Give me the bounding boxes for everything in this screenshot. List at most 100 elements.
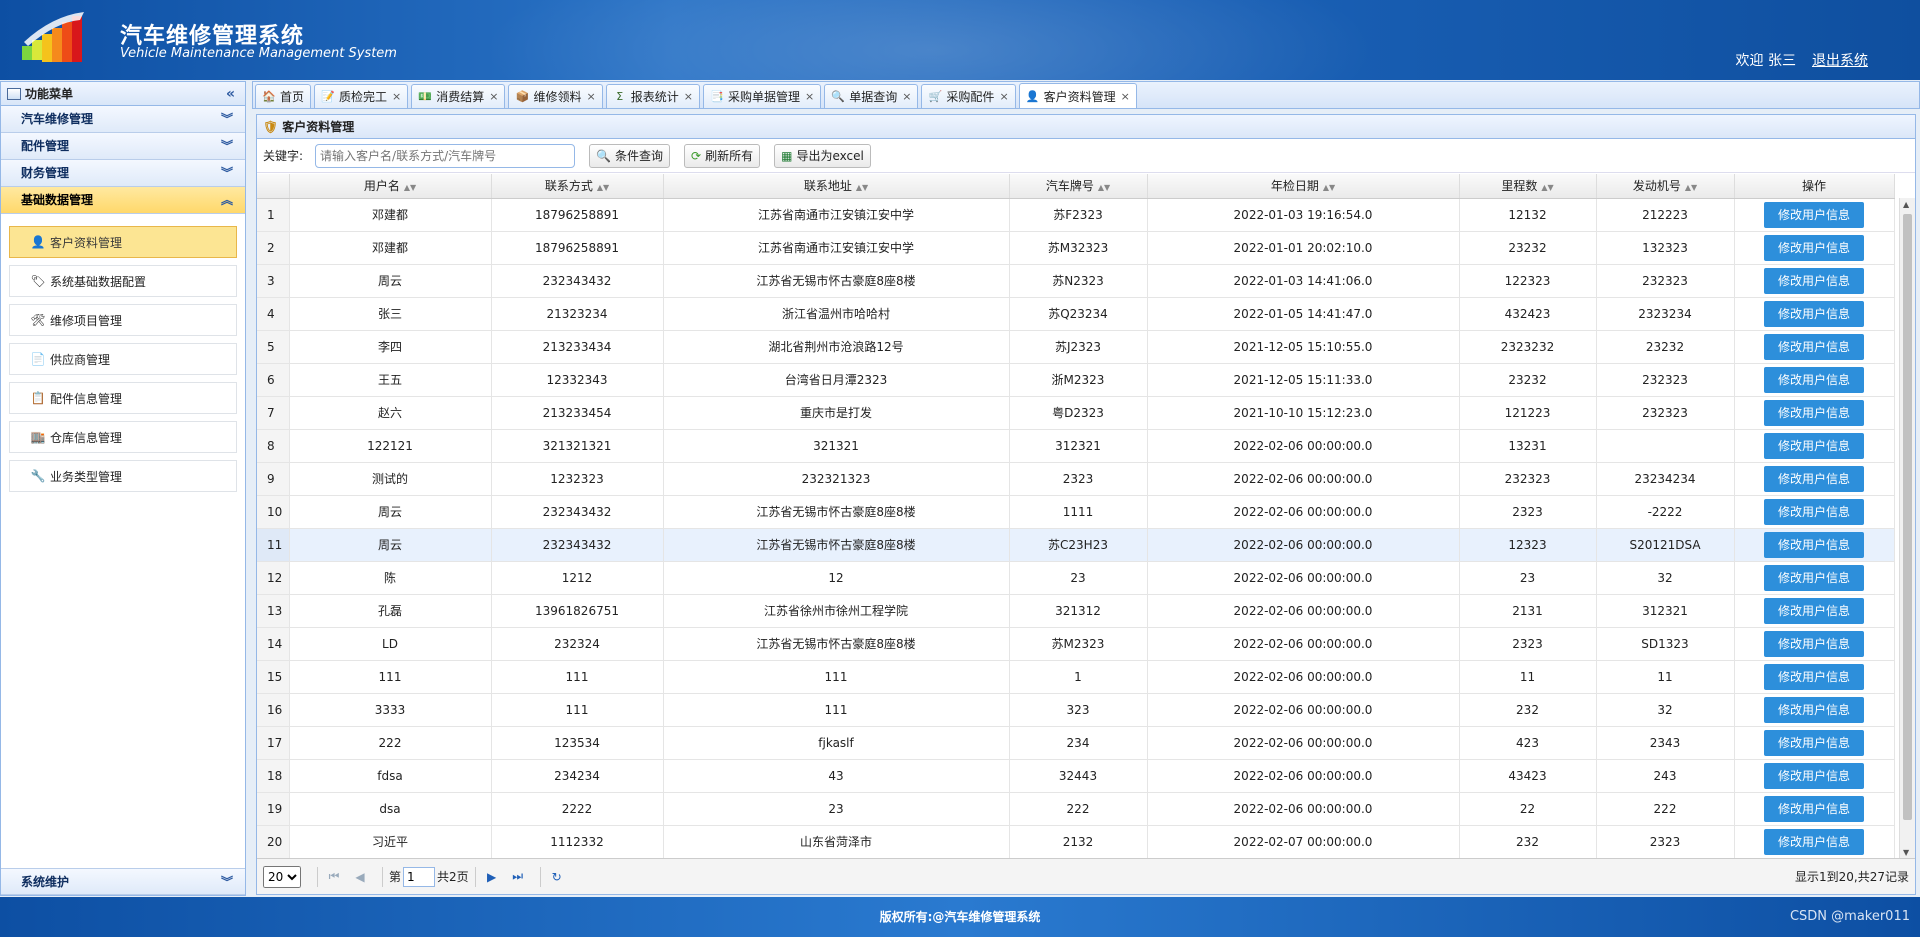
edit-user-button[interactable]: 修改用户信息: [1764, 300, 1864, 327]
edit-user-button[interactable]: 修改用户信息: [1764, 465, 1864, 492]
edit-user-button[interactable]: 修改用户信息: [1764, 531, 1864, 558]
sidebar-item-repair-items[interactable]: 🛠 维修项目管理: [9, 304, 237, 336]
edit-user-button[interactable]: 修改用户信息: [1764, 564, 1864, 591]
table-row[interactable]: 17 222 123534 fjkaslf 234 2022-02-06 00:00:00…: [257, 726, 1895, 760]
edit-user-button[interactable]: 修改用户信息: [1764, 366, 1864, 393]
edit-user-button[interactable]: 修改用户信息: [1764, 630, 1864, 657]
tab-report[interactable]: Σ 报表统计 ×: [605, 84, 700, 108]
edit-user-button[interactable]: 修改用户信息: [1764, 828, 1864, 855]
edit-user-button[interactable]: 修改用户信息: [1764, 234, 1864, 261]
sidebar-section-repair[interactable]: 汽车维修管理 ︾: [1, 106, 245, 133]
table-row[interactable]: 14 LD 232324 江苏省无锡市怀古豪庭8座8楼 苏M2323 2022-02-06…: [257, 627, 1895, 661]
edit-user-button[interactable]: 修改用户信息: [1764, 399, 1864, 426]
table-row[interactable]: 11 周云 232343432 江苏省无锡市怀古豪庭8座8楼 苏C23H23 2022-0…: [257, 528, 1895, 562]
edit-user-button[interactable]: 修改用户信息: [1764, 696, 1864, 723]
document-icon: 📄: [30, 352, 46, 366]
last-page-icon[interactable]: ⏭: [508, 867, 528, 887]
edit-user-button[interactable]: 修改用户信息: [1764, 333, 1864, 360]
refresh-button[interactable]: ⟳ 刷新所有: [684, 143, 761, 168]
logout-link[interactable]: 退出系统: [1812, 50, 1868, 70]
tab-purchase-parts[interactable]: 🛒 采购配件 ×: [921, 84, 1016, 108]
table-row[interactable]: 5 李四 213233434 湖北省荆州市沧浪路12号 苏J2323 2021-12-05…: [257, 330, 1895, 364]
sidebar-item-warehouse[interactable]: 🏬 仓库信息管理: [9, 421, 237, 453]
tab-doc-query[interactable]: 🔍 单据查询 ×: [824, 84, 919, 108]
reload-icon[interactable]: ↻: [547, 867, 567, 887]
close-icon[interactable]: ×: [684, 90, 693, 103]
tab-purchase-docs[interactable]: 📑 采购单据管理 ×: [702, 84, 822, 108]
table-row[interactable]: 2 邓建都 18796258891 江苏省南通市江安镇江安中学 苏M32323 2022-…: [257, 231, 1895, 265]
money-icon: 💵: [418, 90, 433, 103]
table-row[interactable]: 15 111 111 111 1 2022-02-06 00:00:00.0 11 11 修改用…: [257, 660, 1895, 694]
next-page-icon[interactable]: ▶: [482, 867, 502, 887]
wrench-icon: 🔧: [30, 469, 46, 483]
table-row[interactable]: 6 王五 12332343 台湾省日月潭2323 浙M2323 2021-12-05 15…: [257, 363, 1895, 397]
table-row[interactable]: 18 fdsa 234234 43 32443 2022-02-06 00:00:00.0…: [257, 759, 1895, 793]
page-number-input[interactable]: [403, 866, 436, 887]
close-icon[interactable]: ×: [1121, 90, 1130, 103]
table-row[interactable]: 8 122121 321321321 321321 312321 2022-02-06 0…: [257, 429, 1895, 463]
col-plate[interactable]: 汽车牌号 ▲▼: [1009, 174, 1148, 199]
export-excel-button[interactable]: ▦ 导出为excel: [774, 143, 871, 168]
page-size-select[interactable]: 20: [263, 865, 301, 888]
close-icon[interactable]: ×: [489, 90, 498, 103]
table-row[interactable]: 10 周云 232343432 江苏省无锡市怀古豪庭8座8楼 1111 2022-02-0…: [257, 495, 1895, 529]
sidebar-section-finance[interactable]: 财务管理 ︾: [1, 160, 245, 187]
table-row[interactable]: 3 周云 232343432 江苏省无锡市怀古豪庭8座8楼 苏N2323 2022-01-…: [257, 264, 1895, 298]
excel-icon: ▦: [781, 148, 793, 163]
table-row[interactable]: 12 陈 1212 12 23 2022-02-06 00:00:00.0 23 32 修改用户…: [257, 561, 1895, 595]
prev-page-icon[interactable]: ◀: [350, 867, 370, 887]
sidebar-section-system[interactable]: 系统维护 ︾: [1, 868, 245, 895]
sidebar-section-parts[interactable]: 配件管理 ︾: [1, 133, 245, 160]
tab-repair-material[interactable]: 📦 维修领料 ×: [508, 84, 603, 108]
search-input[interactable]: [315, 143, 576, 168]
edit-user-button[interactable]: 修改用户信息: [1764, 432, 1864, 459]
tag-icon: 🏷: [30, 274, 46, 288]
sidebar-item-customer[interactable]: 👤 客户资料管理: [9, 226, 237, 258]
table-row[interactable]: 7 赵六 213233454 重庆市是打发 粤D2323 2021-10-10 15:12…: [257, 396, 1895, 430]
chevron-down-icon: ︾: [220, 139, 233, 153]
col-contact[interactable]: 联系方式 ▲▼: [491, 174, 664, 199]
close-icon[interactable]: ×: [805, 90, 814, 103]
sidebar-item-parts-info[interactable]: 📋 配件信息管理: [9, 382, 237, 414]
table-row[interactable]: 19 dsa 2222 23 222 2022-02-06 00:00:00.0 22 222…: [257, 792, 1895, 826]
first-page-icon[interactable]: ⏮: [324, 867, 344, 887]
edit-user-button[interactable]: 修改用户信息: [1764, 498, 1864, 525]
table-row[interactable]: 4 张三 21323234 浙江省温州市哈哈村 苏Q23234 2022-01-05 14…: [257, 297, 1895, 331]
table-row[interactable]: 9 测试的 1232323 232321323 2323 2022-02-06 00:00…: [257, 462, 1895, 496]
edit-user-button[interactable]: 修改用户信息: [1764, 729, 1864, 756]
customer-panel: 🛡 客户资料管理 关键字: 🔍 条件查询 ⟳ 刷新所有 ▦ 导出为excel: [256, 114, 1916, 895]
table-row[interactable]: 1 邓建都 18796258891 江苏省南通市江安镇江安中学 苏F2323 2022-0…: [257, 198, 1895, 232]
collapse-sidebar-icon[interactable]: «: [226, 82, 235, 106]
col-inspection-date[interactable]: 年检日期 ▲▼: [1147, 174, 1460, 199]
tab-home[interactable]: 🏠 首页: [255, 84, 312, 108]
tab-customer[interactable]: 👤 客户资料管理 ×: [1018, 83, 1137, 108]
close-icon[interactable]: ×: [999, 90, 1008, 103]
edit-user-button[interactable]: 修改用户信息: [1764, 267, 1864, 294]
sidebar-item-system-config[interactable]: 🏷 系统基础数据配置: [9, 265, 237, 297]
edit-user-button[interactable]: 修改用户信息: [1764, 597, 1864, 624]
close-icon[interactable]: ×: [392, 90, 401, 103]
sidebar-section-basic-data[interactable]: 基础数据管理 ︽: [1, 187, 245, 214]
edit-user-button[interactable]: 修改用户信息: [1764, 663, 1864, 690]
sidebar-item-supplier[interactable]: 📄 供应商管理: [9, 343, 237, 375]
query-button[interactable]: 🔍 条件查询: [589, 143, 671, 168]
edit-user-button[interactable]: 修改用户信息: [1764, 201, 1864, 228]
edit-user-button[interactable]: 修改用户信息: [1764, 762, 1864, 789]
table-row[interactable]: 16 3333 111 111 323 2022-02-06 00:00:00.0 232 3…: [257, 693, 1895, 727]
page-label: 第: [389, 870, 402, 884]
col-mileage[interactable]: 里程数 ▲▼: [1459, 174, 1597, 199]
edit-user-button[interactable]: 修改用户信息: [1764, 795, 1864, 822]
col-username[interactable]: 用户名 ▲▼: [289, 174, 492, 199]
col-engine-no[interactable]: 发动机号 ▲▼: [1596, 174, 1735, 199]
sort-icon: ▲▼: [1684, 183, 1698, 193]
scroll-thumb[interactable]: [1903, 214, 1912, 820]
tab-quality-check[interactable]: 📝 质检完工 ×: [314, 84, 409, 108]
table-row[interactable]: 13 孔磊 13961826751 江苏省徐州市徐州工程学院 321312 2022-02…: [257, 594, 1895, 628]
col-address[interactable]: 联系地址 ▲▼: [663, 174, 1010, 199]
tab-settlement[interactable]: 💵 消费结算 ×: [411, 84, 506, 108]
sidebar-item-business-type[interactable]: 🔧 业务类型管理: [9, 460, 237, 492]
close-icon[interactable]: ×: [587, 90, 596, 103]
table-row[interactable]: 20 习近平 1112332 山东省菏泽市 2132 2022-02-07 00:00:0…: [257, 825, 1895, 859]
close-icon[interactable]: ×: [902, 90, 911, 103]
vertical-scrollbar[interactable]: ▲ ▼: [1899, 198, 1915, 859]
